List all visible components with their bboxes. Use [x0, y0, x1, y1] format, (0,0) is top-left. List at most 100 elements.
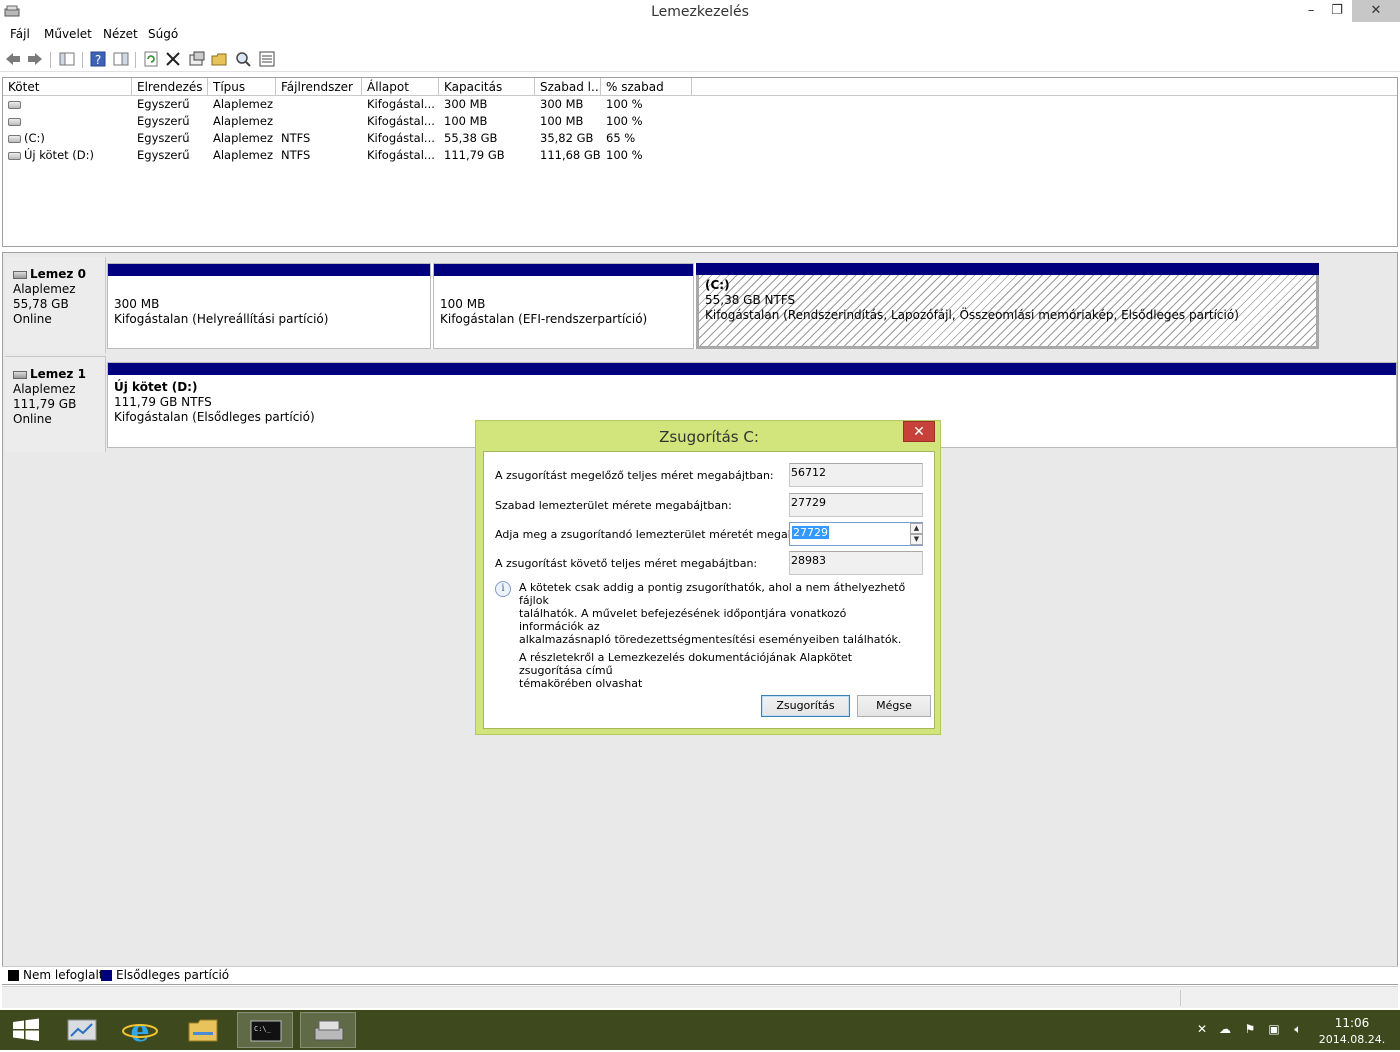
partition-efi[interactable]: 100 MB Kifogástalan (EFI-rendszerpartíci…	[433, 263, 694, 349]
cell-status: Kifogástal...	[367, 114, 435, 128]
spin-up-button[interactable]: ▲	[910, 523, 923, 534]
cell-volume	[3, 96, 132, 113]
network-icon[interactable]: ▣	[1266, 1022, 1282, 1036]
internet-explorer-icon[interactable]: e	[112, 1012, 168, 1049]
column-header-percent-free[interactable]: % szabad	[601, 78, 692, 96]
column-header-volume[interactable]: Kötet	[3, 78, 132, 96]
close-button[interactable]: ✕	[1352, 0, 1400, 22]
total-after-field: 28983	[789, 551, 923, 575]
disk-1-label[interactable]: Lemez 1 Alaplemez 111,79 GB Online	[5, 356, 106, 452]
file-explorer-icon[interactable]	[176, 1012, 232, 1048]
disk-kind: Alaplemez	[13, 382, 76, 396]
legend-bar: Nem lefoglalt Elsődleges partíció	[2, 966, 1398, 984]
legend-unallocated: Nem lefoglalt	[23, 968, 104, 982]
drive-icon	[8, 100, 21, 109]
toolbar-separator	[50, 52, 51, 68]
partition-bar	[696, 263, 1319, 275]
partition-size: 300 MB	[114, 297, 160, 311]
menu-help[interactable]: Súgó	[148, 27, 178, 41]
column-header-layout[interactable]: Elrendezés	[132, 78, 208, 96]
disk-icon	[13, 270, 27, 279]
cell-percent-free: 100 %	[606, 114, 643, 128]
cell-percent-free: 100 %	[606, 148, 643, 162]
svg-text:e: e	[130, 1014, 149, 1048]
help-icon[interactable]: ?	[89, 50, 107, 68]
properties-icon[interactable]	[188, 50, 206, 68]
taskbar: e C:\_ ✕ ☁ ⚑ ▣ 🔈︎	[0, 1010, 1400, 1050]
volume-icon[interactable]: 🔈︎	[1290, 1022, 1306, 1036]
server-manager-icon[interactable]	[56, 1012, 112, 1048]
table-row[interactable]: Egyszerű Alaplemez Kifogástal... 100 MB …	[3, 113, 1397, 130]
disk-status: Online	[13, 312, 52, 326]
cloud-icon[interactable]: ☁	[1217, 1022, 1233, 1036]
info-text: A kötetek csak addig a pontig zsugorítha…	[519, 581, 906, 646]
partition-title: Új kötet (D:)	[114, 380, 198, 394]
dialog-close-button[interactable]: ✕	[903, 421, 935, 442]
primary-swatch	[101, 970, 112, 981]
shrink-dialog: Zsugorítás C: ✕ A zsugorítást megelőző t…	[475, 420, 941, 735]
disk-management-icon[interactable]	[300, 1012, 356, 1048]
cancel-button[interactable]: Mégse	[857, 695, 931, 717]
disk-0-label[interactable]: Lemez 0 Alaplemez 55,78 GB Online	[5, 257, 106, 353]
cell-capacity: 100 MB	[444, 114, 488, 128]
cell-status: Kifogástal...	[367, 131, 435, 145]
table-row[interactable]: Új kötet (D:) Egyszerű Alaplemez NTFS Ki…	[3, 147, 1397, 164]
cell-volume: Új kötet (D:)	[3, 147, 132, 164]
column-header-type[interactable]: Típus	[208, 78, 276, 96]
refresh-icon[interactable]	[142, 50, 160, 68]
svg-text:C:\_: C:\_	[254, 1025, 272, 1033]
delete-icon[interactable]	[164, 50, 182, 68]
partition-desc: Kifogástalan (EFI-rendszerpartíció)	[440, 312, 648, 326]
menu-view[interactable]: Nézet	[103, 27, 138, 41]
properties-pane-icon[interactable]	[112, 50, 130, 68]
table-row[interactable]: (C:) Egyszerű Alaplemez NTFS Kifogástal.…	[3, 130, 1397, 147]
forward-arrow-icon[interactable]	[26, 50, 44, 68]
search-icon[interactable]	[234, 50, 252, 68]
cell-percent-free: 100 %	[606, 97, 643, 111]
partition-recovery[interactable]: 300 MB Kifogástalan (Helyreállítási part…	[107, 263, 431, 349]
clock-date[interactable]: 2014.08.24.	[1316, 1033, 1388, 1046]
drive-icon	[8, 117, 21, 126]
open-folder-icon[interactable]	[211, 50, 229, 68]
console-tree-icon[interactable]	[58, 50, 76, 68]
restore-button[interactable]: ❐	[1322, 0, 1352, 22]
column-header-status[interactable]: Állapot	[362, 78, 439, 96]
status-divider	[1180, 990, 1181, 1006]
drive-icon	[8, 151, 21, 160]
partition-title: (C:)	[705, 278, 730, 292]
column-header-free[interactable]: Szabad l...	[535, 78, 601, 96]
toolbar-separator	[82, 52, 83, 68]
disk-0-partitions: 300 MB Kifogástalan (Helyreállítási part…	[107, 263, 1319, 349]
column-header-filler	[692, 78, 1397, 96]
table-row[interactable]: Egyszerű Alaplemez Kifogástal... 300 MB …	[3, 96, 1397, 113]
shrink-amount-input[interactable]: 27729	[792, 526, 829, 539]
menu-action[interactable]: Művelet	[44, 27, 92, 41]
action-center-flag-icon[interactable]: ⚑	[1242, 1022, 1258, 1036]
disk-name: Lemez 1	[13, 367, 97, 382]
shrink-button[interactable]: Zsugorítás	[761, 695, 850, 717]
command-prompt-icon[interactable]: C:\_	[237, 1012, 293, 1048]
status-bar	[2, 986, 1398, 1008]
cell-layout: Egyszerű	[137, 131, 190, 145]
cell-type: Alaplemez	[213, 148, 273, 162]
partition-bar	[108, 264, 430, 276]
start-icon[interactable]	[0, 1012, 56, 1048]
column-header-filesystem[interactable]: Fájlrendszer	[276, 78, 362, 96]
cell-free: 35,82 GB	[540, 131, 594, 145]
partition-c[interactable]: (C:) 55,38 GB NTFS Kifogástalan (Rendsze…	[696, 263, 1319, 349]
settings-list-icon[interactable]	[258, 50, 276, 68]
cell-volume: (C:)	[3, 130, 132, 147]
clock-time[interactable]: 11:06	[1320, 1016, 1384, 1030]
cell-type: Alaplemez	[213, 114, 273, 128]
toolbar: ?	[0, 46, 1400, 72]
shrink-amount-stepper[interactable]: 27729 ▲ ▼	[789, 522, 923, 546]
back-arrow-icon[interactable]	[4, 50, 22, 68]
network-error-icon[interactable]: ✕	[1194, 1022, 1210, 1036]
spin-down-button[interactable]: ▼	[910, 534, 923, 545]
column-header-capacity[interactable]: Kapacitás	[439, 78, 535, 96]
free-space-field: 27729	[789, 493, 923, 517]
menu-file[interactable]: Fájl	[10, 27, 30, 41]
cell-filesystem	[276, 96, 362, 113]
partition-size: 100 MB	[440, 297, 486, 311]
free-space-label: Szabad lemezterület mérete megabájtban:	[495, 499, 732, 512]
